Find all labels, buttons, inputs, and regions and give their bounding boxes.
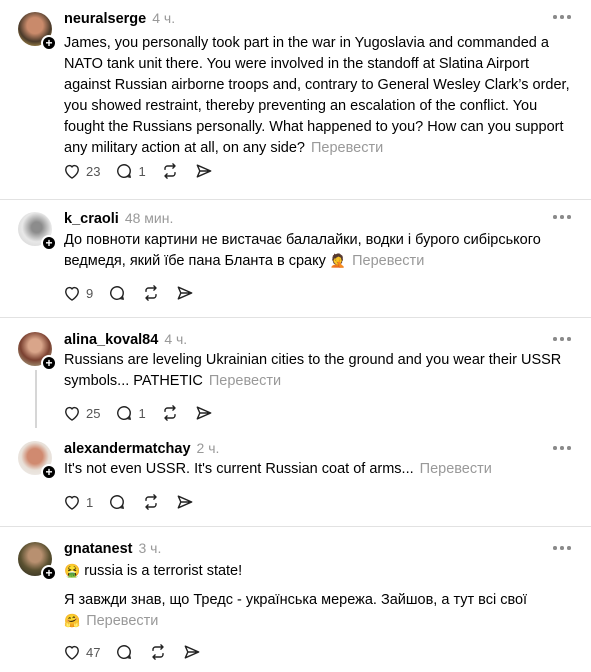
more-options-icon[interactable] [553, 445, 571, 451]
comment-icon [110, 286, 125, 300]
send-icon [177, 286, 193, 300]
more-options-icon[interactable] [553, 14, 571, 20]
repost-button[interactable] [148, 641, 168, 663]
like-count: 1 [86, 494, 94, 510]
follow-plus-icon[interactable]: + [41, 565, 57, 581]
reply-button[interactable] [107, 282, 127, 304]
like-button[interactable]: 1 [62, 491, 93, 513]
username[interactable]: alina_koval84 [64, 332, 158, 348]
heart-icon [65, 406, 79, 421]
avatar[interactable]: + [18, 441, 57, 480]
send-icon [177, 495, 193, 509]
like-button[interactable]: 47 [62, 641, 100, 663]
reply-button[interactable] [114, 641, 134, 663]
like-count: 47 [86, 644, 101, 660]
heart-icon [65, 286, 79, 301]
more-options-icon[interactable] [553, 336, 571, 342]
hug-emoji: 🤗 [64, 614, 81, 629]
translate-link[interactable]: Перевести [209, 373, 281, 389]
comment-icon [117, 406, 132, 420]
repost-button[interactable] [160, 402, 180, 424]
timestamp[interactable]: 4 ч. [152, 10, 175, 26]
translate-link[interactable]: Перевести [311, 140, 383, 156]
repost-icon [163, 163, 176, 179]
share-button[interactable] [194, 402, 214, 424]
translate-link[interactable]: Перевести [420, 461, 492, 477]
repost-button[interactable] [141, 491, 161, 513]
reply-count: 1 [138, 405, 146, 421]
follow-plus-icon[interactable]: + [41, 235, 57, 251]
username[interactable]: gnatanest [64, 541, 133, 557]
post-alina-koval84: + alina_koval84 4 ч. Russians are leveli… [0, 318, 591, 430]
username[interactable]: k_craoli [64, 211, 119, 227]
post-gnatanest: + gnatanest 3 ч. 🤮 russia is a terrorist… [0, 527, 591, 672]
send-icon [196, 164, 212, 178]
timestamp[interactable]: 2 ч. [197, 440, 220, 456]
like-button[interactable]: 25 [62, 402, 100, 424]
post-text: Russians are leveling Ukrainian cities t… [64, 352, 562, 389]
vomit-emoji: 🤮 [64, 564, 81, 579]
reply-button[interactable]: 1 [114, 402, 146, 424]
avatar[interactable]: + [18, 212, 57, 251]
repost-icon [145, 285, 157, 301]
like-button[interactable]: 23 [62, 160, 100, 182]
username[interactable]: alexandermatchay [64, 441, 191, 457]
timestamp[interactable]: 48 мин. [125, 210, 174, 226]
facepalm-emoji: 🤦 [329, 254, 347, 269]
more-options-icon[interactable] [553, 214, 571, 220]
post-text: 🤮 russia is a terrorist state! [64, 563, 243, 579]
follow-plus-icon[interactable]: + [41, 464, 57, 480]
timestamp[interactable]: 4 ч. [164, 331, 187, 347]
heart-icon [65, 164, 79, 179]
post-text: До повноти картини не вистачає балалайки… [64, 232, 541, 269]
send-icon [185, 645, 200, 659]
reply-button[interactable] [107, 491, 127, 513]
post-text-2: Я завжди знав, що Тредс - українська мер… [64, 592, 528, 629]
follow-plus-icon[interactable]: + [41, 355, 57, 371]
like-button[interactable]: 9 [62, 282, 93, 304]
share-button[interactable] [175, 282, 195, 304]
share-button[interactable] [182, 641, 202, 663]
avatar[interactable]: + [18, 332, 57, 371]
avatar[interactable]: + [18, 12, 57, 51]
like-count: 9 [86, 285, 94, 301]
heart-icon [65, 495, 79, 510]
avatar[interactable]: + [18, 542, 57, 581]
post-k-craoli: + k_craoli 48 мин. До повноти картини не… [0, 200, 591, 317]
follow-plus-icon[interactable]: + [41, 35, 57, 51]
translate-link[interactable]: Перевести [352, 253, 424, 269]
post-text: It's not even USSR. It's current Russian… [64, 461, 492, 477]
share-button[interactable] [175, 491, 195, 513]
comment-icon [117, 645, 132, 659]
username[interactable]: neuralserge [64, 11, 146, 27]
post-text: James, you personally took part in the w… [64, 35, 570, 156]
reply-count: 1 [138, 163, 146, 179]
more-options-icon[interactable] [553, 545, 571, 551]
repost-button[interactable] [141, 282, 161, 304]
like-count: 23 [86, 163, 101, 179]
repost-button[interactable] [160, 160, 180, 182]
translate-link[interactable]: Перевести [86, 613, 158, 629]
comment-icon [110, 495, 125, 509]
repost-icon [145, 494, 157, 510]
like-count: 25 [86, 405, 101, 421]
post-alexandermatchay: + alexandermatchay 2 ч. It's not even US… [0, 432, 591, 526]
heart-icon [65, 645, 79, 660]
post-neuralserge: + neuralserge 4 ч. James, you personally… [0, 0, 591, 200]
share-button[interactable] [194, 160, 214, 182]
comment-icon [117, 164, 132, 178]
repost-icon [152, 644, 165, 660]
timestamp[interactable]: 3 ч. [139, 540, 162, 556]
reply-button[interactable]: 1 [114, 160, 146, 182]
send-icon [196, 406, 212, 420]
repost-icon [163, 405, 176, 421]
